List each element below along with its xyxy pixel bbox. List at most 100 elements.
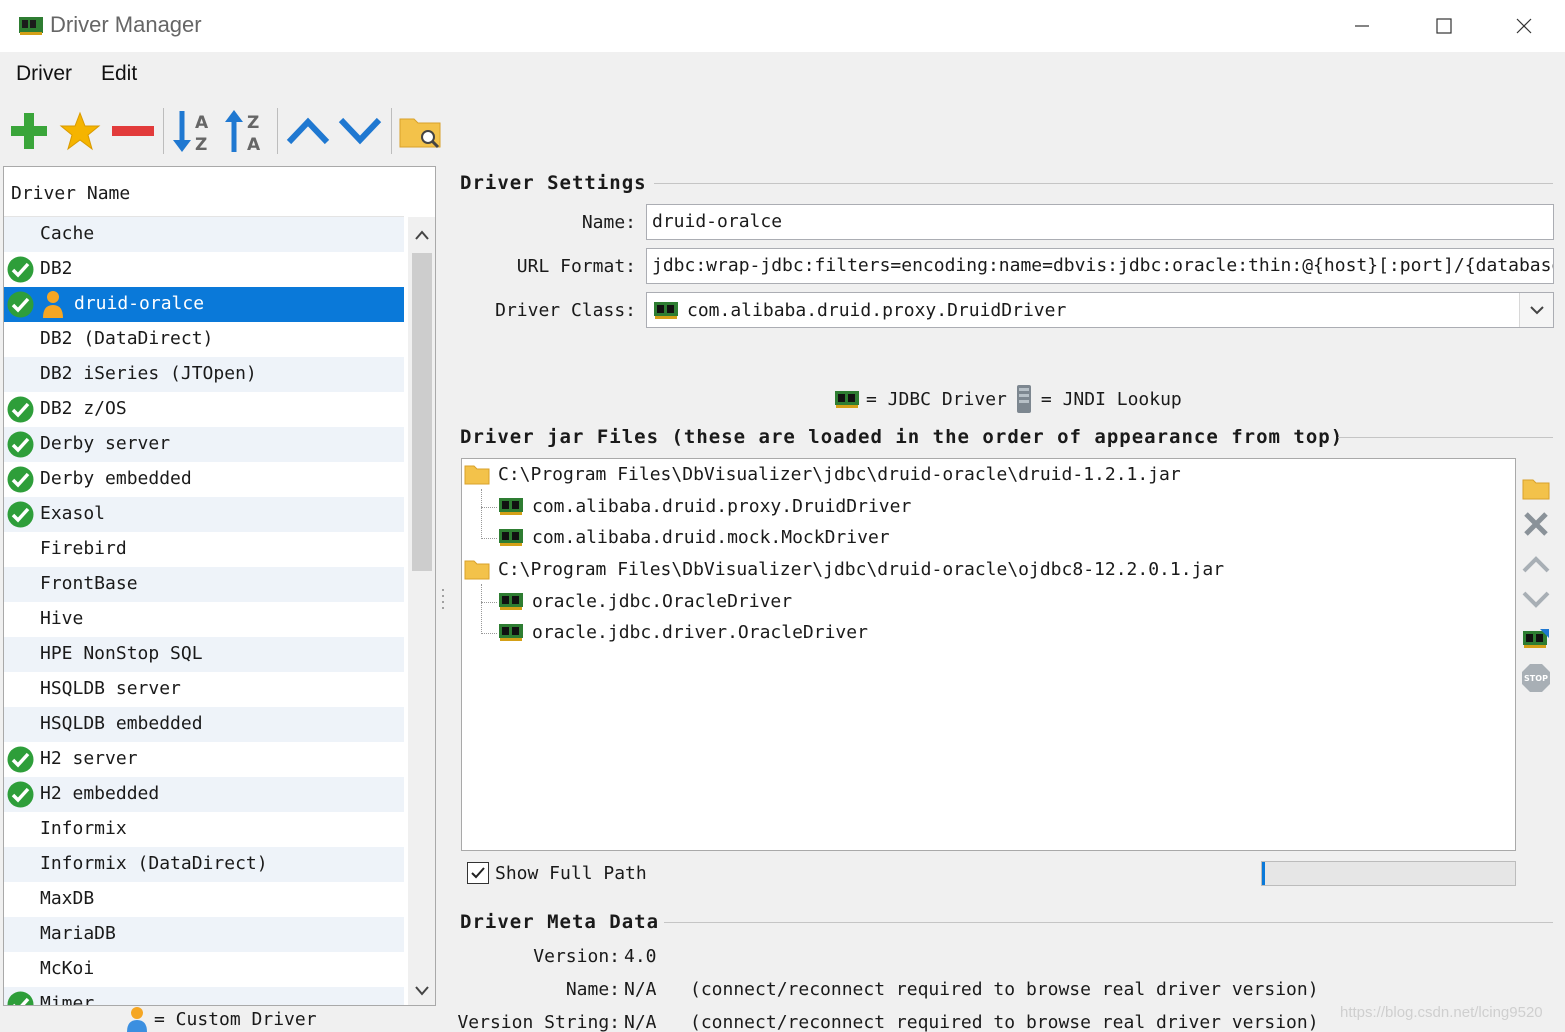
driver-list-item[interactable]: MaxDB <box>4 882 404 917</box>
tree-connector <box>481 584 482 634</box>
driver-list-item[interactable]: H2 embedded <box>4 777 404 812</box>
add-driver-button[interactable] <box>6 106 52 156</box>
jar-file-path: C:\Program Files\DbVisualizer\jdbc\druid… <box>498 463 1181 485</box>
driver-type-legend: = JDBC Driver = JNDI Lookup <box>834 384 1182 414</box>
driver-list-item[interactable]: HSQLDB server <box>4 672 404 707</box>
url-format-field[interactable]: jdbc:wrap-jdbc:filters=encoding:name=dbv… <box>646 248 1554 284</box>
show-full-path-checkbox[interactable] <box>467 862 489 884</box>
scroll-down-button[interactable] <box>408 975 435 1005</box>
driver-list-item[interactable]: DB2 z/OS <box>4 392 404 427</box>
stop-icon: STOP <box>1522 664 1550 692</box>
meta-version-string-value: N/A <box>624 1012 657 1032</box>
add-icon <box>11 113 47 149</box>
driver-list-item[interactable]: DB2 (DataDirect) <box>4 322 404 357</box>
close-icon <box>1516 18 1532 34</box>
jdbc-legend-label: = JDBC Driver <box>866 388 1007 410</box>
driver-name-label: Informix (DataDirect) <box>40 853 268 874</box>
custom-driver-legend-label: = Custom Driver <box>154 1008 317 1030</box>
driver-list-item[interactable]: Derby embedded <box>4 462 404 497</box>
sort-descending-button[interactable]: Z A <box>222 106 268 156</box>
driver-list-item[interactable]: DB2 iSeries (JTOpen) <box>4 357 404 392</box>
driver-list-scrollbar[interactable] <box>408 217 435 1005</box>
find-drivers-button[interactable] <box>398 106 444 156</box>
driver-ok-check-icon <box>7 291 34 318</box>
driver-class-node[interactable]: com.alibaba.druid.mock.MockDriver <box>498 526 890 548</box>
show-full-path-label: Show Full Path <box>495 862 647 884</box>
driver-list-header[interactable]: Driver Name <box>4 167 404 217</box>
driver-class-value: com.alibaba.druid.proxy.DruidDriver <box>687 300 1067 321</box>
driver-list-item[interactable]: Firebird <box>4 532 404 567</box>
driver-class-select[interactable]: com.alibaba.druid.proxy.DruidDriver <box>646 292 1554 328</box>
driver-jar-files-title: Driver jar Files (these are loaded in th… <box>460 426 1344 448</box>
driver-list-item[interactable]: H2 server <box>4 742 404 777</box>
jdbc-driver-icon <box>654 302 678 319</box>
tree-connector <box>481 507 497 508</box>
menu-driver[interactable]: Driver <box>16 62 72 86</box>
driver-list-item[interactable]: FrontBase <box>4 567 404 602</box>
driver-list-item[interactable]: DB2 <box>4 252 404 287</box>
driver-list-item[interactable]: Exasol <box>4 497 404 532</box>
load-driver-button[interactable] <box>1520 624 1552 656</box>
driver-name-label: FrontBase <box>40 573 138 594</box>
progress-fill <box>1262 862 1265 885</box>
splitter-handle[interactable] <box>440 586 446 616</box>
driver-list-item[interactable]: druid-oralce <box>4 287 404 322</box>
driver-name-label: Informix <box>40 818 127 839</box>
driver-name-label: druid-oralce <box>74 293 205 314</box>
driver-list-item[interactable]: Informix (DataDirect) <box>4 847 404 882</box>
title-bar: Driver Manager <box>0 0 1565 52</box>
sort-ascending-button[interactable]: A Z <box>170 106 216 156</box>
driver-list-item[interactable]: Cache <box>4 217 404 252</box>
move-jar-up-button[interactable] <box>1520 548 1552 580</box>
driver-class-node[interactable]: oracle.jdbc.driver.OracleDriver <box>498 621 868 643</box>
maximize-button[interactable] <box>1404 0 1484 52</box>
driver-list-item[interactable]: McKoi <box>4 952 404 987</box>
jdbc-driver-icon <box>499 593 523 610</box>
driver-name-label: MaxDB <box>40 888 95 909</box>
jndi-legend-label: = JNDI Lookup <box>1040 388 1182 410</box>
remove-jar-button[interactable] <box>1520 508 1552 540</box>
driver-list-item[interactable]: HSQLDB embedded <box>4 707 404 742</box>
move-up-icon <box>286 117 330 145</box>
driver-list-item[interactable]: Informix <box>4 812 404 847</box>
driver-list-item[interactable]: Hive <box>4 602 404 637</box>
maximize-icon <box>1436 18 1452 34</box>
driver-list-item[interactable]: HPE NonStop SQL <box>4 637 404 672</box>
add-jar-button[interactable] <box>1520 472 1552 504</box>
remove-driver-button[interactable] <box>110 106 156 156</box>
close-button[interactable] <box>1484 0 1564 52</box>
jdbc-driver-icon <box>499 498 523 515</box>
driver-class-node[interactable]: com.alibaba.druid.proxy.DruidDriver <box>498 495 911 517</box>
svg-text:A: A <box>195 113 209 133</box>
meta-version-string-label: Version String: <box>457 1012 620 1032</box>
driver-list-item[interactable]: Mimer <box>4 987 404 1005</box>
move-up-button[interactable] <box>285 106 331 156</box>
menu-bar: Driver Edit <box>0 52 1565 98</box>
svg-text:Z: Z <box>195 135 207 154</box>
chevron-down-icon <box>1529 306 1544 315</box>
jar-file-node[interactable]: C:\Program Files\DbVisualizer\jdbc\druid… <box>464 558 1224 580</box>
show-full-path-option[interactable]: Show Full Path <box>467 862 647 884</box>
stop-button[interactable]: STOP <box>1520 662 1552 694</box>
move-jar-down-button[interactable] <box>1520 584 1552 616</box>
chevron-down-icon <box>415 986 429 996</box>
driver-class-node[interactable]: oracle.jdbc.OracleDriver <box>498 590 792 612</box>
driver-class-name: com.alibaba.druid.proxy.DruidDriver <box>532 495 912 517</box>
jar-file-node[interactable]: C:\Program Files\DbVisualizer\jdbc\druid… <box>464 463 1181 485</box>
scroll-thumb[interactable] <box>412 253 432 571</box>
folder-icon <box>1522 479 1550 500</box>
driver-list-item[interactable]: Derby server <box>4 427 404 462</box>
minimize-button[interactable] <box>1322 0 1402 52</box>
move-down-button[interactable] <box>337 106 383 156</box>
meta-version-value: 4.0 <box>624 946 657 967</box>
driver-list-item[interactable]: MariaDB <box>4 917 404 952</box>
driver-name-label: DB2 (DataDirect) <box>40 328 214 349</box>
menu-edit[interactable]: Edit <box>101 62 137 86</box>
driver-class-dropdown-button[interactable] <box>1519 293 1553 327</box>
driver-meta-data-title: Driver Meta Data <box>460 911 660 933</box>
favorite-button[interactable] <box>57 106 103 156</box>
scroll-up-button[interactable] <box>408 219 435 251</box>
name-field[interactable]: druid-oralce <box>646 204 1554 240</box>
column-header-driver-name: Driver Name <box>11 183 131 204</box>
load-progress-bar <box>1261 861 1516 886</box>
